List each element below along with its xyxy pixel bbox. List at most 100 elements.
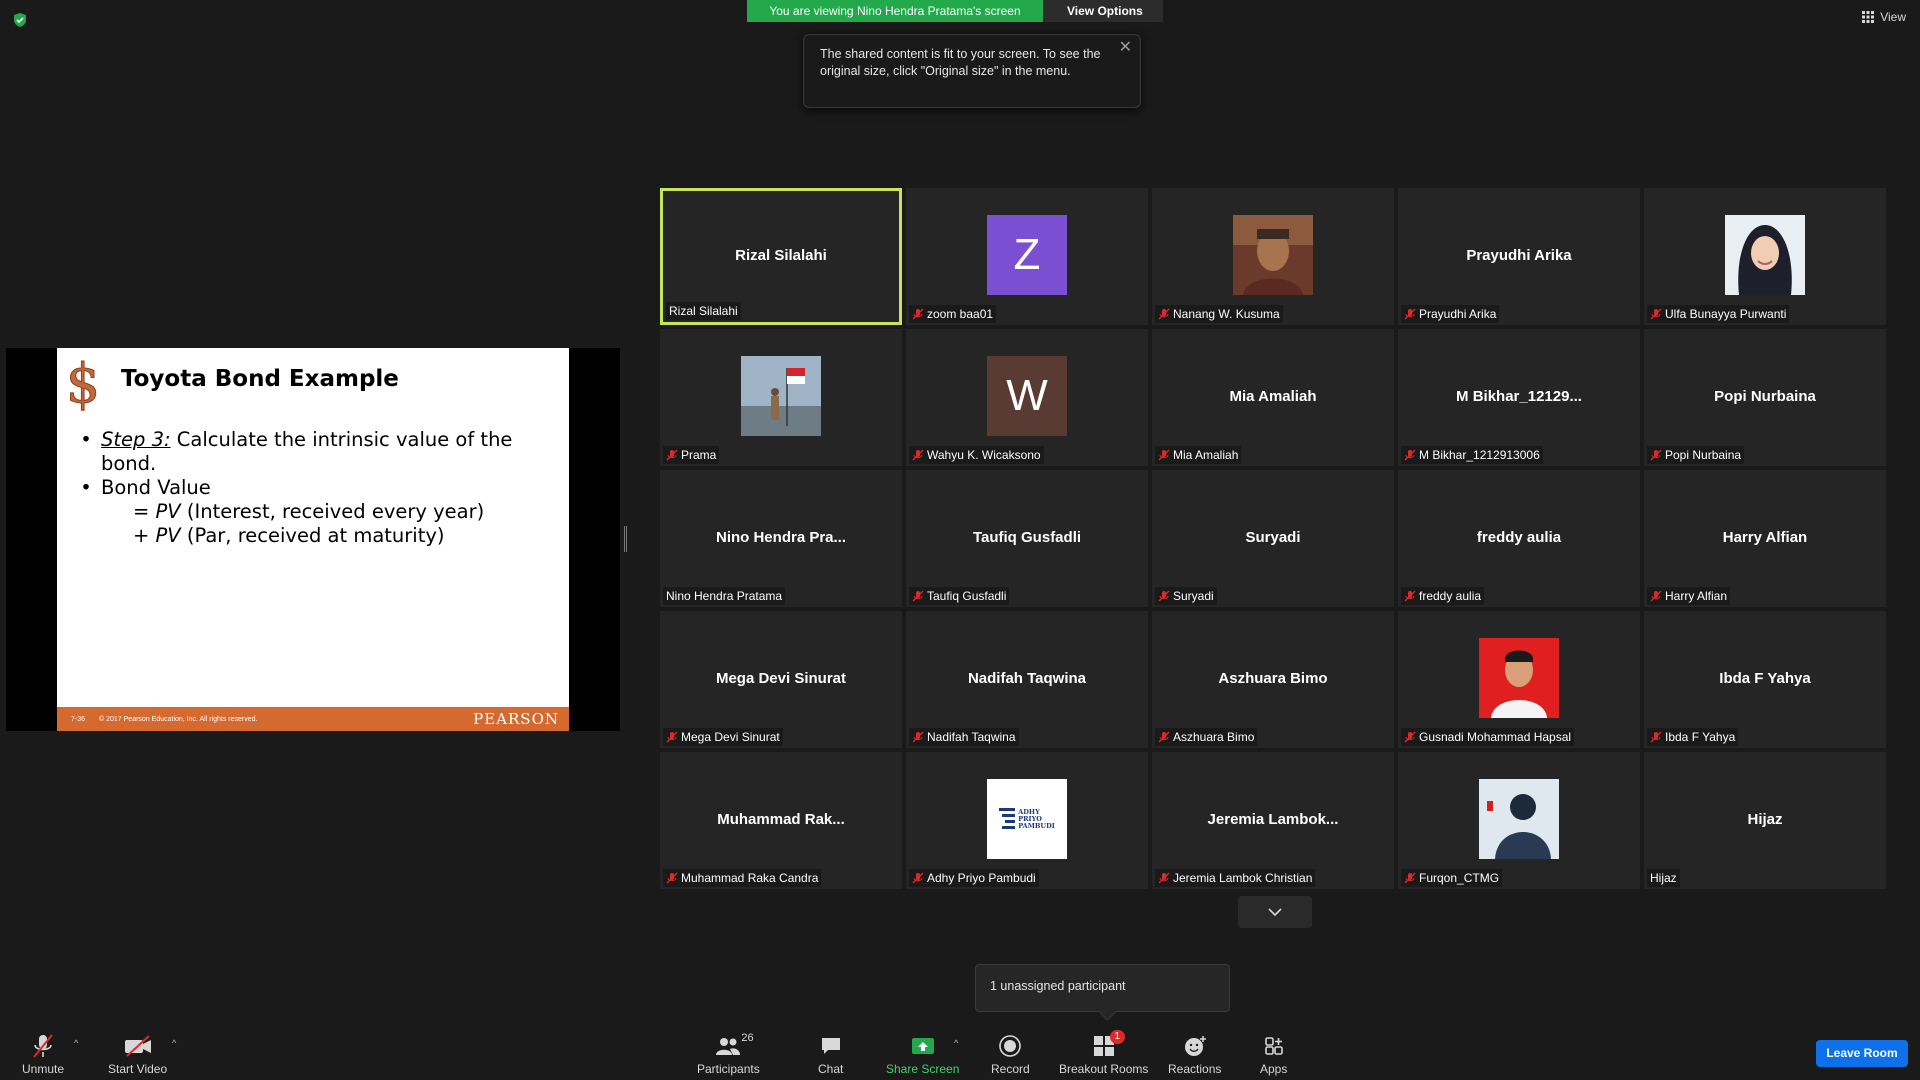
participant-name: Muhammad Raka Candra [681,871,819,885]
participant-tile[interactable]: Taufiq Gusfadli Taufiq Gusfadli [906,470,1148,607]
formula-line-2: + PV (Par, received at maturity) [133,524,445,547]
view-button[interactable]: View [1862,10,1906,24]
participant-name-label: Mia Amaliah [1155,446,1242,464]
participant-name: Rizal Silalahi [669,304,738,318]
viewing-screen-label: You are viewing Nino Hendra Pratama's sc… [747,0,1043,22]
gallery-next-page-button[interactable] [1238,896,1312,928]
participant-name: Mia Amaliah [1173,448,1239,462]
participant-name: Wahyu K. Wicaksono [927,448,1041,462]
video-options-caret-icon[interactable]: ^ [172,1038,176,1048]
participant-tile[interactable]: Mia Amaliah Mia Amaliah [1152,329,1394,466]
participant-tile[interactable]: Harry Alfian Harry Alfian [1644,470,1886,607]
microphone-muted-icon [33,1034,53,1058]
participant-tile[interactable]: Jeremia Lambok... Jeremia Lambok Christia… [1152,752,1394,889]
participant-name: Popi Nurbaina [1665,448,1742,462]
view-options-button[interactable]: View Options ⌄ [1043,0,1163,39]
participant-tile[interactable]: Prayudhi Arika Prayudhi Arika [1398,188,1640,325]
fit-to-screen-tooltip: The shared content is fit to your screen… [803,34,1141,108]
participant-name: freddy aulia [1419,589,1482,603]
microphone-muted-icon [1158,308,1170,320]
record-label: Record [991,1062,1030,1076]
microphone-muted-icon [912,308,924,320]
participant-tile[interactable]: Muhammad Rak... Muhammad Raka Candra [660,752,902,889]
participant-name: Nino Hendra Pratama [666,589,783,603]
formula-rest-1: (Interest, received every year) [180,500,485,523]
participant-tile[interactable]: Nadifah Taqwina Nadifah Taqwina [906,611,1148,748]
participant-name-label: Aszhuara Bimo [1155,728,1258,746]
participant-name-label: Ulfa Bunayya Purwanti [1647,305,1790,323]
split-resize-handle[interactable] [624,526,627,552]
step-text: Calculate the intrinsic value of the [170,428,513,451]
participant-display-name: Rizal Silalahi [735,246,827,264]
participant-tile[interactable]: Furqon_CTMG [1398,752,1640,889]
chevron-down-icon [1268,908,1282,916]
unmute-button[interactable]: Unmute [22,1032,64,1076]
participant-name: Adhy Priyo Pambudi [927,871,1036,885]
participant-name-label: Adhy Priyo Pambudi [909,869,1039,887]
participant-name-label: Gusnadi Mohammad Hapsal [1401,728,1575,746]
participant-name-label: Nanang W. Kusuma [1155,305,1283,323]
breakout-rooms-label: Breakout Rooms [1059,1062,1149,1076]
participant-tile[interactable]: Nino Hendra Pra... Nino Hendra Pratama [660,470,902,607]
step-label: Step 3: [101,428,171,451]
encryption-shield-icon[interactable] [12,12,28,28]
shared-screen[interactable]: $ Toyota Bond Example • Step 3: Calculat… [6,348,620,731]
microphone-muted-icon [1650,308,1662,320]
close-icon[interactable]: ✕ [1119,39,1132,56]
participant-name-label: Nadifah Taqwina [909,728,1019,746]
participant-display-name: freddy aulia [1476,528,1562,546]
participant-name-label: Suryadi [1155,587,1217,605]
participant-tile[interactable]: Prama [660,329,902,466]
participant-tile[interactable]: ADHY PRIYO PAMBUDI Adhy Priyo Pambudi [906,752,1148,889]
share-screen-button[interactable]: Share Screen [886,1032,959,1076]
participants-button[interactable]: 26 Participants [697,1032,760,1076]
record-button[interactable]: Record [991,1032,1030,1076]
participant-tile[interactable]: Hijaz Hijaz [1644,752,1886,889]
participant-display-name: Nadifah Taqwina [967,669,1087,687]
start-video-button[interactable]: Start Video [108,1032,167,1076]
participants-icon [716,1038,741,1055]
participant-tile[interactable]: Suryadi Suryadi [1152,470,1394,607]
participant-tile[interactable]: W Wahyu K. Wicaksono [906,329,1148,466]
participant-tile[interactable]: Aszhuara Bimo Aszhuara Bimo [1152,611,1394,748]
participant-display-name: Jeremia Lambok... [1207,810,1339,828]
breakout-rooms-badge: 1 [1109,1030,1125,1044]
participant-tile[interactable]: Mega Devi Sinurat Mega Devi Sinurat [660,611,902,748]
participant-tile[interactable]: M Bikhar_12129... M Bikhar_1212913006 [1398,329,1640,466]
avatar-logo: ADHY PRIYO PAMBUDI [987,779,1067,859]
participant-name: Aszhuara Bimo [1173,730,1255,744]
participant-name: Nanang W. Kusuma [1173,307,1280,321]
microphone-muted-icon [666,872,678,884]
reactions-button[interactable]: Reactions [1168,1032,1221,1076]
share-options-caret-icon[interactable]: ^ [954,1038,958,1048]
avatar-photo [741,356,821,436]
microphone-muted-icon [1404,449,1416,461]
chat-button[interactable]: Chat [818,1032,843,1076]
participant-display-name: Hijaz [1747,810,1783,828]
participant-name-label: Prama [663,446,720,464]
microphone-muted-icon [1158,449,1170,461]
participant-name-label: M Bikhar_1212913006 [1401,446,1543,464]
participant-tile[interactable]: Gusnadi Mohammad Hapsal [1398,611,1640,748]
participant-name-label: Muhammad Raka Candra [663,869,822,887]
slide-body: • Step 3: Calculate the intrinsic value … [79,428,549,548]
logo-stripes-icon [999,808,1016,829]
bullet-bond-value: • Bond Value [80,476,211,499]
participant-name: Furqon_CTMG [1419,871,1500,885]
audio-options-caret-icon[interactable]: ^ [74,1038,78,1048]
avatar-photo [1479,638,1559,718]
participant-tile[interactable]: Ibda F Yahya Ibda F Yahya [1644,611,1886,748]
breakout-rooms-button[interactable]: 1 Breakout Rooms [1059,1030,1149,1076]
participant-tile[interactable]: Zzoom baa01 [906,188,1148,325]
participant-tile[interactable]: Rizal Silalahi Rizal Silalahi [660,188,902,325]
participant-tile[interactable]: Ulfa Bunayya Purwanti [1644,188,1886,325]
participant-name: Suryadi [1173,589,1214,603]
apps-button[interactable]: Apps [1260,1032,1287,1076]
participant-tile[interactable]: Popi Nurbaina Popi Nurbaina [1644,329,1886,466]
participant-tile[interactable]: Nanang W. Kusuma [1152,188,1394,325]
leave-room-button[interactable]: Leave Room [1816,1040,1908,1067]
participant-name: Jeremia Lambok Christian [1173,871,1313,885]
participant-tile[interactable]: freddy aulia freddy aulia [1398,470,1640,607]
participant-name-label: Harry Alfian [1647,587,1731,605]
microphone-muted-icon [666,449,678,461]
